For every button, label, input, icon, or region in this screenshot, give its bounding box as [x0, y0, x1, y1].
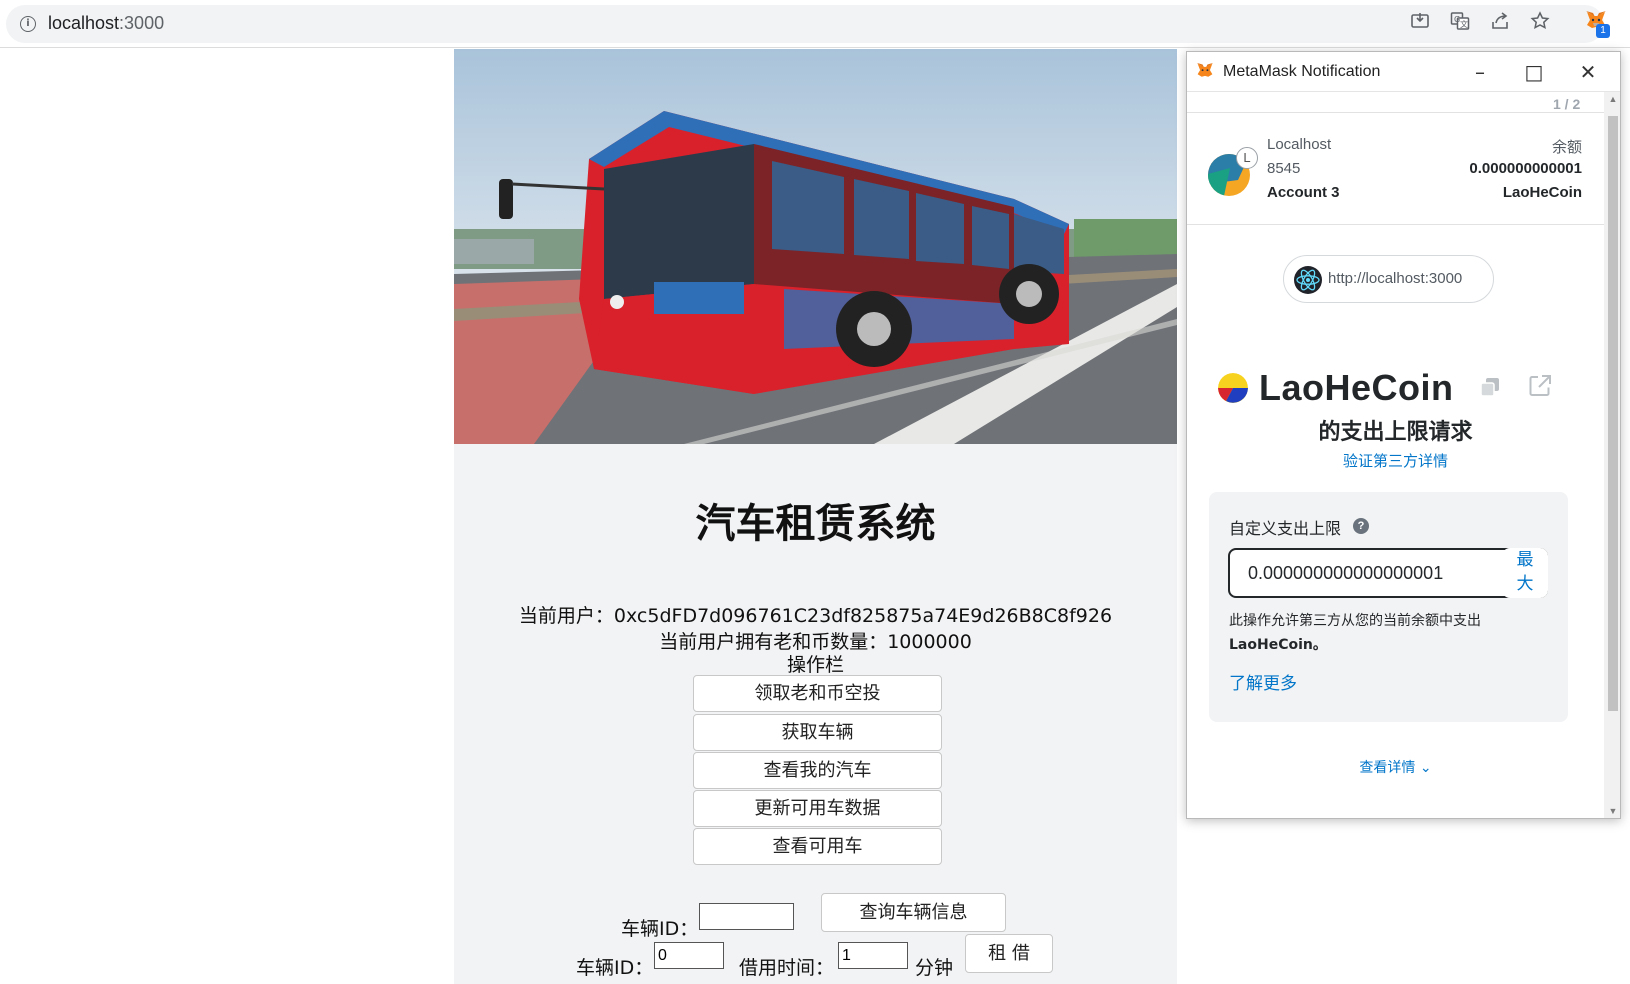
token-header: LaoHeCoin: [1187, 367, 1604, 411]
metamask-fox-icon: [1195, 62, 1215, 80]
view-details-label: 查看详情: [1359, 760, 1416, 776]
scrollbar-thumb[interactable]: [1608, 116, 1618, 711]
external-link-icon[interactable]: [1527, 373, 1553, 399]
car-rental-app: 汽车租赁系统 当前用户：0xc5dFD7d096761C23df825875a7…: [454, 49, 1177, 984]
query-car-id-input[interactable]: [699, 903, 794, 930]
borrow-button[interactable]: 租 借: [965, 934, 1053, 973]
borrow-car-id-label: 车辆ID：: [576, 957, 654, 979]
network-name: Localhost: [1267, 136, 1332, 153]
origin-url: http://localhost:3000: [1328, 270, 1463, 287]
get-vehicle-button[interactable]: 获取车辆: [693, 714, 942, 751]
divider: [1187, 224, 1604, 225]
url-text[interactable]: localhost:3000: [48, 13, 164, 34]
extension-badge: 1: [1596, 24, 1610, 38]
max-label-2: 大: [1516, 574, 1534, 594]
custom-cap-label: 自定义支出上限: [1229, 519, 1342, 538]
svg-text:文: 文: [1460, 19, 1468, 29]
permission-description: 此操作允许第三方从您的当前余额中支出 LaoHeCoin。: [1229, 609, 1549, 657]
window-title: MetaMask Notification: [1223, 63, 1381, 80]
token-name: LaoHeCoin: [1259, 367, 1454, 408]
divider: [1187, 112, 1604, 113]
borrow-time-input[interactable]: [838, 942, 908, 969]
balance-value: 0.000000000001: [1469, 160, 1582, 177]
spending-cap-input[interactable]: 0.000000000000000001 最大: [1228, 548, 1548, 598]
network-port: 8545: [1267, 160, 1301, 177]
claim-airdrop-button[interactable]: 领取老和币空投: [693, 675, 942, 712]
share-icon[interactable]: [1490, 11, 1510, 31]
max-button[interactable]: 最大: [1502, 548, 1548, 598]
spending-cap-value: 0.000000000000000001: [1248, 563, 1444, 583]
maximize-icon[interactable]: □: [1521, 59, 1547, 85]
window-titlebar: MetaMask Notification – □ ✕: [1187, 52, 1620, 92]
bookmark-star-icon[interactable]: [1530, 11, 1550, 31]
custom-spending-cap-section: 自定义支出上限 ? 0.000000000000000001 最大 此操作允许第…: [1209, 492, 1568, 722]
info-icon[interactable]: i: [20, 16, 36, 32]
verify-third-party-link[interactable]: 验证第三方详情: [1187, 450, 1604, 471]
help-icon[interactable]: ?: [1353, 518, 1369, 534]
url-host: localhost: [48, 13, 120, 33]
network-badge-icon: L: [1236, 147, 1258, 169]
view-available-cars-button[interactable]: 查看可用车: [693, 828, 942, 865]
current-user-address: 当前用户：0xc5dFD7d096761C23df825875a74E9d26B…: [518, 605, 1113, 627]
scrollbar[interactable]: ▲ ▼: [1604, 92, 1620, 818]
address-bar[interactable]: i localhost:3000: [6, 5, 1604, 43]
browser-toolbar: i localhost:3000 G文 1: [0, 0, 1630, 48]
minutes-unit-label: 分钟: [915, 957, 954, 979]
learn-more-link[interactable]: 了解更多: [1229, 669, 1297, 694]
scroll-down-icon[interactable]: ▼: [1608, 806, 1618, 816]
borrow-car-id-input[interactable]: [654, 942, 724, 969]
view-my-cars-button[interactable]: 查看我的汽车: [693, 752, 942, 789]
hero-bus-image: [454, 49, 1177, 444]
metamask-notification-window: MetaMask Notification – □ ✕ ▲ ▼ 1 / 2 L …: [1186, 51, 1621, 819]
query-car-info-button[interactable]: 查询车辆信息: [821, 893, 1006, 932]
borrow-time-label: 借用时间：: [739, 957, 835, 979]
page-counter: 1 / 2: [1553, 96, 1581, 112]
account-name: Account 3: [1267, 184, 1340, 201]
close-icon[interactable]: ✕: [1575, 59, 1601, 85]
react-icon: [1294, 266, 1322, 294]
install-app-icon[interactable]: [1410, 11, 1430, 31]
url-port: :3000: [119, 13, 165, 33]
description-text: 此操作允许第三方从您的当前余额中支出: [1229, 613, 1481, 629]
max-label-1: 最: [1516, 550, 1534, 570]
page-title: 汽车租赁系统: [695, 501, 936, 547]
token-logo-icon: [1218, 373, 1248, 403]
query-car-id-label: 车辆ID：: [621, 918, 699, 940]
operations-heading: 操作栏: [786, 654, 844, 676]
copy-icon[interactable]: [1478, 375, 1502, 399]
balance-label: 余额: [1551, 139, 1582, 156]
origin-pill: http://localhost:3000: [1283, 255, 1494, 303]
translate-icon[interactable]: G文: [1450, 11, 1470, 31]
balance-token: LaoHeCoin: [1502, 184, 1582, 201]
scroll-up-icon[interactable]: ▲: [1608, 94, 1618, 104]
view-details-link[interactable]: 查看详情 ⌄: [1187, 757, 1604, 777]
refresh-available-cars-button[interactable]: 更新可用车数据: [693, 790, 942, 827]
chevron-down-icon: ⌄: [1419, 760, 1432, 776]
minimize-icon[interactable]: –: [1467, 59, 1493, 85]
description-token: LaoHeCoin。: [1229, 637, 1327, 653]
spending-cap-request-title: 的支出上限请求: [1318, 420, 1473, 445]
